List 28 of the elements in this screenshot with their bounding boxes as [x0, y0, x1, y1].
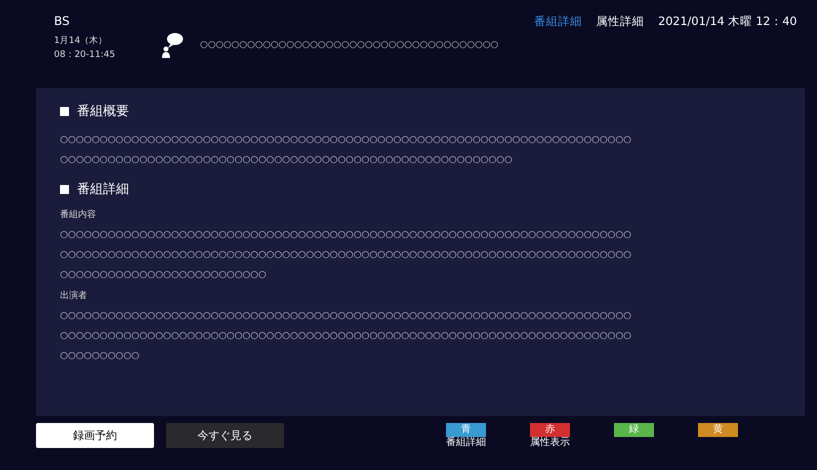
placeholder-text: ○○○○○○○○○○○○○○○○○○○○○○○○○○○○○○○○○○○○○○○○○○○○○○○○○○○○○○○○○○○○○○○○○○○○○○○○ [60, 249, 632, 262]
placeholder-text: ○○○○○○○○○○○○○○○○○○○○○○○○○○○○○○○○○○○○○○○○○○○○○○○○○○○○○○○○○○○○○○○○○○○○○○○○ [60, 310, 632, 323]
person-speech-bubble-icon [160, 32, 184, 58]
clock: 2021/01/14 木曜 12：40 [658, 14, 797, 29]
placeholder-text: ○○○○○○○○○○ [60, 350, 140, 363]
program-title: ○○○○○○○○○○○○○○○○○○○○○○○○○○○○○○○○○○○○○○ [200, 40, 498, 50]
field-label: 出演者 [60, 290, 88, 302]
color-key-label: 番組詳細 [446, 437, 486, 449]
channel-label: BS [54, 14, 71, 28]
broadcast-time: 08：20-11:45 [54, 49, 116, 62]
field-label: 番組内容 [60, 208, 97, 221]
tab[interactable]: 番組詳細 [534, 14, 582, 29]
color-key[interactable]: 赤 [530, 423, 570, 437]
section-heading: 番組概要 [77, 103, 129, 120]
tab[interactable]: 属性詳細 [596, 14, 644, 29]
placeholder-text: ○○○○○○○○○○○○○○○○○○○○○○○○○○○○○○○○○○○○○○○○○○○○○○○○○○○○○○○○○○○○○○○○○○○○○○○○ [60, 134, 632, 147]
square-bullet-icon [60, 106, 69, 116]
square-bullet-icon [60, 184, 69, 194]
placeholder-text: ○○○○○○○○○○○○○○○○○○○○○○○○○○○○○○○○○○○○○○○○○○○○○○○○○○○○○○○○○○○○○○○○○○○○○○○○ [60, 330, 632, 343]
color-key-label: 属性表示 [530, 437, 570, 449]
broadcast-date: 1月14（木） [54, 34, 108, 48]
placeholder-text: ○○○○○○○○○○○○○○○○○○○○○○○○○○ [60, 269, 268, 282]
placeholder-text: ○○○○○○○○○○○○○○○○○○○○○○○○○○○○○○○○○○○○○○○○○○○○○○○○○○○○○○○○○ [60, 154, 514, 167]
section-heading: 番組詳細 [77, 181, 129, 198]
action-button[interactable]: 今すぐ見る [166, 423, 284, 448]
color-key[interactable]: 青 [446, 423, 486, 437]
action-button[interactable]: 録画予約 [36, 423, 154, 448]
placeholder-text: ○○○○○○○○○○○○○○○○○○○○○○○○○○○○○○○○○○○○○○○○○○○○○○○○○○○○○○○○○○○○○○○○○○○○○○○○ [60, 229, 632, 242]
